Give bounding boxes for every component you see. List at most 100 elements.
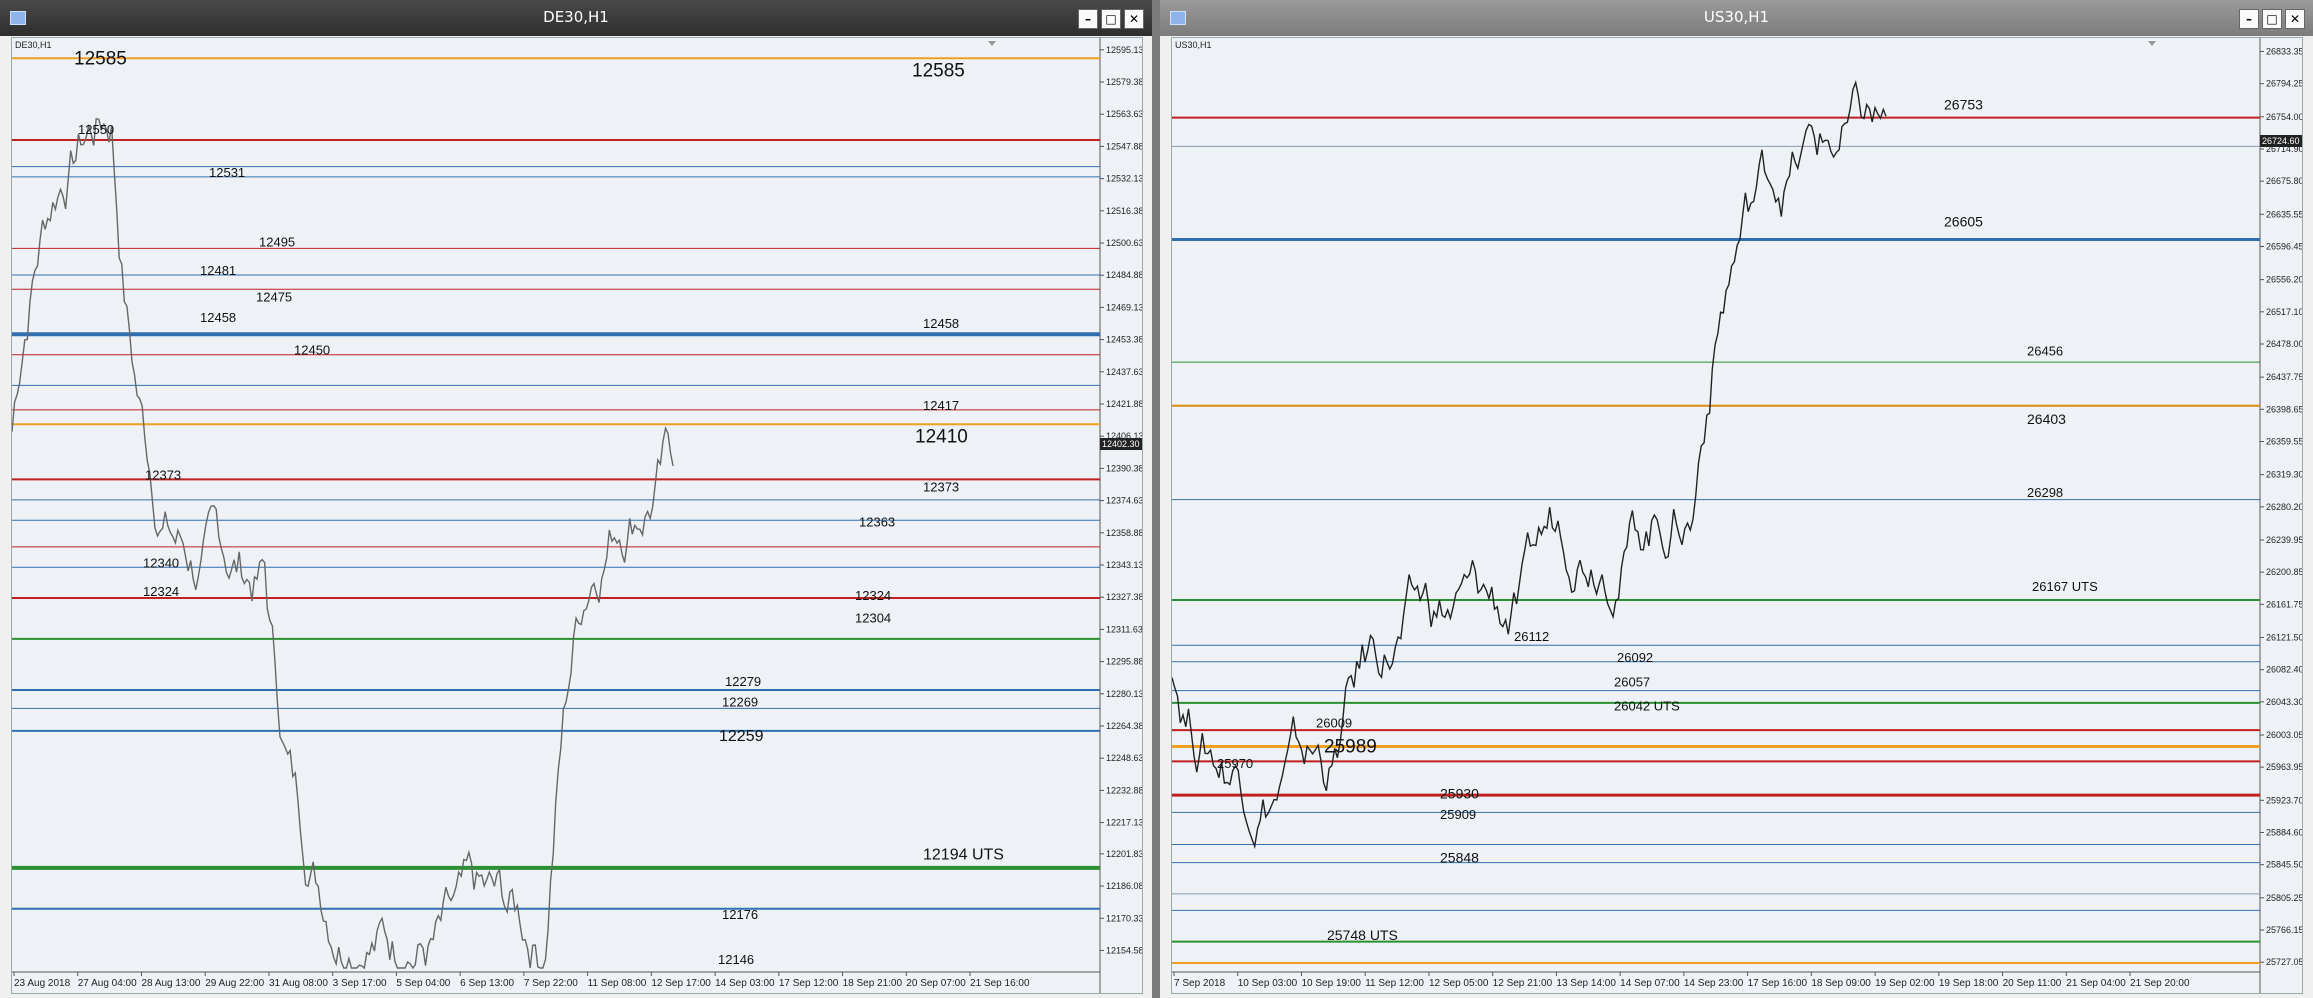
level-label: 12279 bbox=[725, 674, 761, 689]
maximize-button[interactable]: □ bbox=[1101, 9, 1121, 29]
level-label: 25909 bbox=[1440, 807, 1476, 822]
price-chart[interactable]: 26833.35 26794.25 26754.00 26714.90 26675.80… bbox=[1171, 37, 2303, 994]
level-label: 12450 bbox=[294, 343, 330, 358]
level-label: 26112 bbox=[1514, 629, 1549, 644]
price-tick-label: 12154.58 bbox=[1106, 945, 1142, 955]
price-tick-label: 12453.38 bbox=[1106, 335, 1142, 345]
chart-canvas[interactable]: 12595.13 12579.38 12563.63 12547.88 12532.13… bbox=[12, 38, 1142, 993]
time-tick-label: 29 Aug 22:00 bbox=[205, 978, 264, 989]
time-tick-label: 18 Sep 21:00 bbox=[843, 978, 903, 989]
time-tick-label: 18 Sep 09:00 bbox=[1811, 978, 1871, 989]
minimize-button[interactable]: – bbox=[1078, 9, 1098, 29]
price-chart[interactable]: 12595.13 12579.38 12563.63 12547.88 12532.13… bbox=[11, 37, 1143, 994]
window-titlebar[interactable]: DE30,H1 – □ ✕ bbox=[0, 0, 1152, 36]
price-tick-label: 26239.95 bbox=[2266, 535, 2302, 545]
time-tick-label: 17 Sep 12:00 bbox=[779, 978, 839, 989]
time-tick-label: 14 Sep 07:00 bbox=[1620, 978, 1680, 989]
close-button[interactable]: ✕ bbox=[1124, 9, 1144, 29]
level-label: 12363 bbox=[859, 514, 895, 529]
price-tick-label: 25766.15 bbox=[2266, 925, 2302, 935]
level-label: 12481 bbox=[200, 263, 236, 278]
price-tick-label: 25727.05 bbox=[2266, 957, 2302, 967]
time-tick-label: 21 Sep 20:00 bbox=[2130, 978, 2190, 989]
price-tick-label: 12170.33 bbox=[1106, 913, 1142, 923]
de30-chart-window[interactable]: DE30,H1 – □ ✕ 12595.13 12579.38 12563.63 1254… bbox=[0, 0, 1152, 998]
price-tick-label: 25963.95 bbox=[2266, 762, 2302, 772]
price-tick-label: 26161.75 bbox=[2266, 599, 2302, 609]
plot-background bbox=[1172, 38, 2260, 993]
price-tick-label: 12343.13 bbox=[1106, 560, 1142, 570]
price-tick-label: 12484.88 bbox=[1106, 270, 1142, 280]
time-tick-label: 19 Sep 18:00 bbox=[1939, 978, 1999, 989]
chart-canvas[interactable]: 26833.3526794.2526754.0026714.9026675.80… bbox=[1172, 38, 2302, 993]
level-label: 12585 bbox=[74, 48, 127, 69]
us30-chart-window[interactable]: US30,H1 – □ ✕ 26833.35 26794.25 26754.00 2671… bbox=[1160, 0, 2313, 998]
level-label: 26167 UTS bbox=[2032, 579, 2098, 594]
level-label: 12304 bbox=[855, 611, 891, 626]
level-label: 26403 bbox=[2027, 411, 2066, 427]
price-tick-label: 12201.83 bbox=[1106, 849, 1142, 859]
level-label: 26009 bbox=[1316, 716, 1352, 731]
level-label: 12410 bbox=[915, 427, 968, 448]
price-tick-label: 12248.63 bbox=[1106, 753, 1142, 763]
price-tick-label: 26003.05 bbox=[2266, 730, 2302, 740]
level-label: 12373 bbox=[145, 467, 181, 482]
level-label: 12458 bbox=[923, 316, 959, 331]
time-tick-label: 14 Sep 03:00 bbox=[715, 978, 775, 989]
price-tick-label: 26635.55 bbox=[2266, 209, 2302, 219]
time-tick-label: 14 Sep 23:00 bbox=[1684, 978, 1744, 989]
time-tick-label: 3 Sep 17:00 bbox=[333, 978, 387, 989]
level-label: 12585 bbox=[912, 61, 965, 82]
price-tick-label: 25923.70 bbox=[2266, 795, 2302, 805]
minimize-button[interactable]: – bbox=[2239, 9, 2259, 29]
time-tick-label: 7 Sep 22:00 bbox=[524, 978, 578, 989]
price-tick-label: 12232.88 bbox=[1106, 785, 1142, 795]
price-tick-label: 26478.00 bbox=[2266, 339, 2302, 349]
window-title: US30,H1 bbox=[1703, 8, 1770, 26]
level-label: 26057 bbox=[1614, 674, 1650, 689]
price-tick-label: 12358.88 bbox=[1106, 528, 1142, 538]
level-label: 12550 bbox=[78, 122, 114, 137]
level-label: 12146 bbox=[718, 952, 754, 967]
time-tick-label: 21 Sep 16:00 bbox=[970, 978, 1030, 989]
time-tick-label: 12 Sep 05:00 bbox=[1429, 978, 1489, 989]
close-button[interactable]: ✕ bbox=[2285, 9, 2305, 29]
symbol-label: DE30,H1 bbox=[15, 40, 52, 50]
symbol-label: US30,H1 bbox=[1175, 40, 1212, 50]
time-tick-label: 19 Sep 02:00 bbox=[1875, 978, 1935, 989]
time-tick-label: 10 Sep 03:00 bbox=[1238, 978, 1298, 989]
price-tick-label: 25845.50 bbox=[2266, 860, 2302, 870]
price-tick-label: 12421.88 bbox=[1106, 399, 1142, 409]
time-tick-label: 20 Sep 07:00 bbox=[906, 978, 966, 989]
time-tick-label: 23 Aug 2018 bbox=[14, 978, 71, 989]
price-tick-label: 26437.75 bbox=[2266, 372, 2302, 382]
level-label: 25848 bbox=[1440, 850, 1479, 866]
level-label: 12324 bbox=[855, 588, 891, 603]
level-label: 12531 bbox=[209, 165, 245, 180]
price-tick-label: 26556.20 bbox=[2266, 275, 2302, 285]
level-label: 12340 bbox=[143, 555, 179, 570]
window-titlebar[interactable]: US30,H1 – □ ✕ bbox=[1160, 0, 2313, 36]
price-tick-label: 26596.45 bbox=[2266, 241, 2302, 251]
level-label: 12373 bbox=[923, 480, 959, 495]
price-tick-label: 12516.38 bbox=[1106, 206, 1142, 216]
maximize-button[interactable]: □ bbox=[2262, 9, 2282, 29]
level-label: 25930 bbox=[1440, 785, 1479, 801]
level-label: 25989 bbox=[1324, 736, 1377, 757]
level-label: 26605 bbox=[1944, 213, 1983, 229]
window-title: DE30,H1 bbox=[543, 8, 609, 26]
time-tick-label: 21 Sep 04:00 bbox=[2066, 978, 2126, 989]
level-label: 26042 UTS bbox=[1614, 698, 1680, 713]
price-tick-label: 12500.63 bbox=[1106, 238, 1142, 248]
price-tick-label: 26121.50 bbox=[2266, 632, 2302, 642]
price-tick-label: 12264.38 bbox=[1106, 721, 1142, 731]
current-price-label: 12402.30 bbox=[1102, 439, 1140, 449]
time-tick-label: 31 Aug 08:00 bbox=[269, 978, 328, 989]
time-tick-label: 17 Sep 16:00 bbox=[1748, 978, 1808, 989]
time-tick-label: 12 Sep 21:00 bbox=[1493, 978, 1553, 989]
price-tick-label: 26359.55 bbox=[2266, 437, 2302, 447]
price-tick-label: 12186.08 bbox=[1106, 881, 1142, 891]
time-tick-label: 12 Sep 17:00 bbox=[651, 978, 711, 989]
level-label: 26456 bbox=[2027, 344, 2063, 359]
level-label: 25748 UTS bbox=[1327, 927, 1398, 943]
